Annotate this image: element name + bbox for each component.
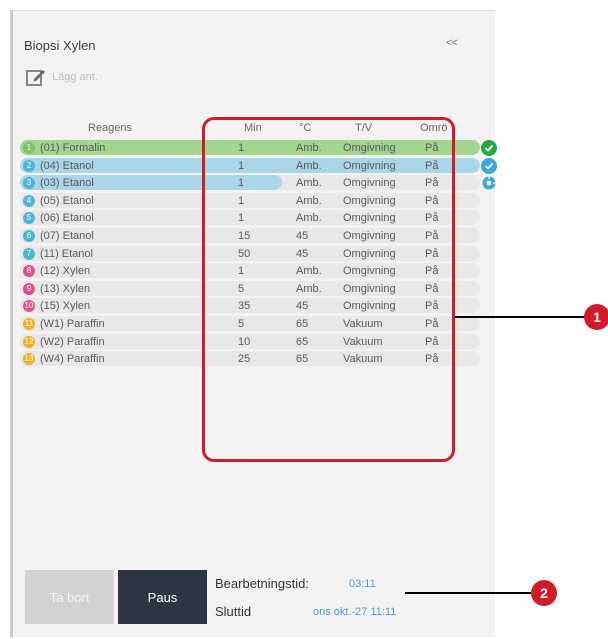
protocol-title: Biopsi Xylen bbox=[24, 38, 96, 53]
step-parameters-highlight bbox=[202, 117, 455, 462]
callout-1-line bbox=[455, 316, 585, 318]
reagent-cell: (06) Etanol bbox=[40, 212, 94, 225]
step-number-badge: 12 bbox=[23, 335, 35, 348]
reagent-cell: (05) Etanol bbox=[40, 194, 94, 207]
reagent-cell: (07) Etanol bbox=[40, 229, 94, 242]
step-number-badge: 1 bbox=[23, 142, 35, 154]
step-number-badge: 9 bbox=[23, 282, 35, 295]
reagent-cell: (W4) Paraffin bbox=[40, 353, 105, 366]
step-number-badge: 4 bbox=[23, 194, 35, 207]
callout-1-marker: 1 bbox=[584, 304, 608, 330]
edit-note-icon bbox=[26, 67, 46, 87]
collapse-panel-button[interactable]: << bbox=[446, 37, 458, 49]
reagent-cell: (12) Xylen bbox=[40, 265, 91, 278]
step-number-badge: 6 bbox=[23, 229, 35, 242]
reagent-cell: (03) Etanol bbox=[40, 177, 94, 190]
add-note-button[interactable]: Lägg ant. bbox=[26, 66, 98, 88]
processing-time-value: 03:11 bbox=[349, 578, 376, 590]
step-number-badge: 11 bbox=[23, 317, 35, 330]
pause-button[interactable]: Paus bbox=[118, 570, 207, 624]
reagent-cell: (W1) Paraffin bbox=[40, 317, 105, 330]
reagent-cell: (04) Etanol bbox=[40, 159, 94, 172]
end-time-label: Sluttid bbox=[215, 604, 252, 619]
callout-2-marker: 2 bbox=[531, 580, 557, 606]
end-time-value: ons okt.-27 11:11 bbox=[313, 606, 397, 618]
reagent-cell: (15) Xylen bbox=[40, 300, 91, 313]
check-icon bbox=[481, 157, 497, 174]
processing-time-label: Bearbetningstid: bbox=[215, 576, 309, 591]
step-number-badge: 7 bbox=[23, 247, 35, 260]
callout-2-line bbox=[405, 592, 531, 594]
add-note-label: Lägg ant. bbox=[52, 71, 98, 83]
running-icon bbox=[481, 175, 497, 191]
step-number-badge: 2 bbox=[23, 159, 35, 172]
col-header-reagent: Reagens bbox=[88, 122, 133, 134]
reagent-cell: (W2) Paraffin bbox=[40, 335, 105, 348]
reagent-cell: (11) Etanol bbox=[40, 247, 93, 260]
check-icon bbox=[481, 140, 497, 156]
reagent-cell: (01) Formalin bbox=[40, 142, 106, 154]
delete-button[interactable]: Ta bort bbox=[25, 570, 114, 624]
reagent-cell: (13) Xylen bbox=[40, 282, 91, 295]
